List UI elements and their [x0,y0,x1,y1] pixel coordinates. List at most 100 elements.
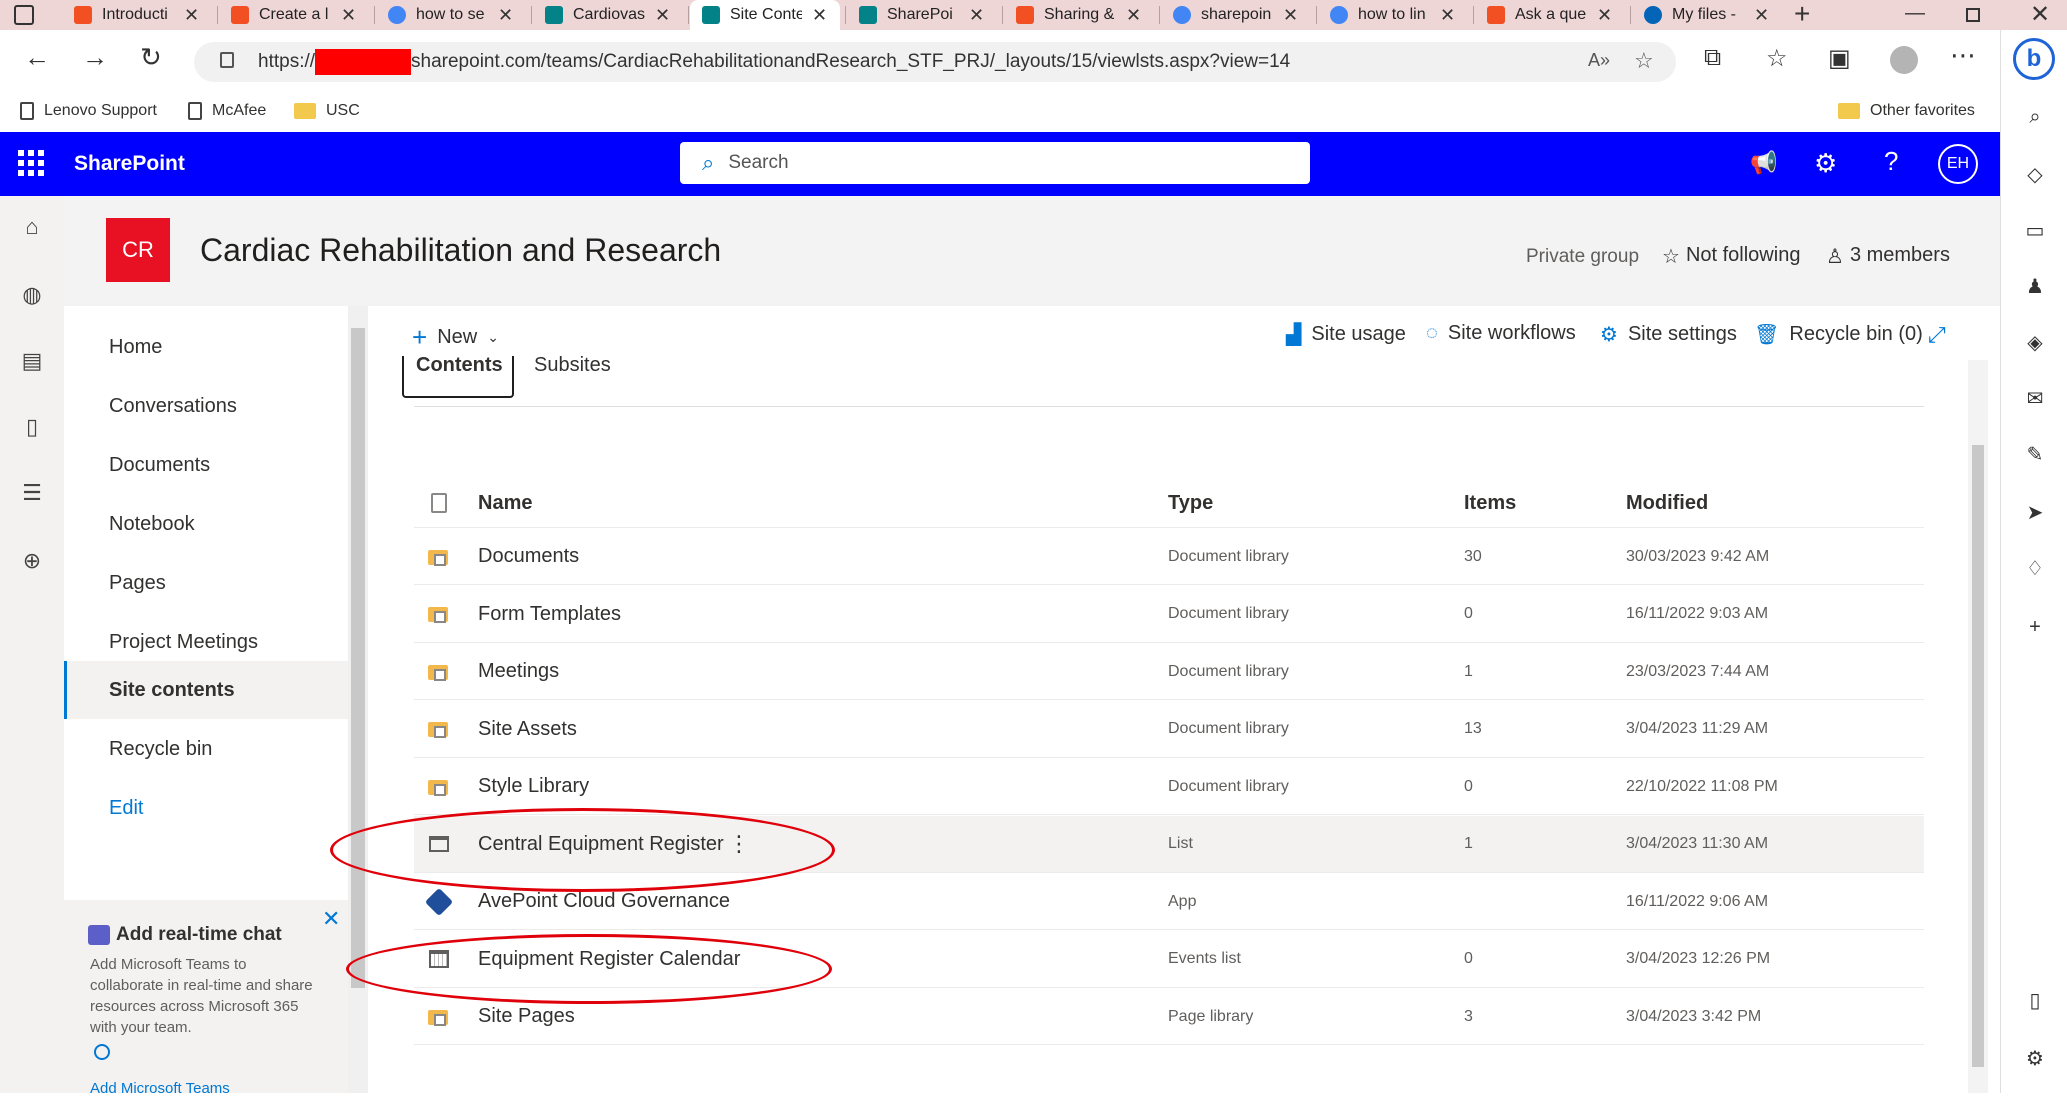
close-tab-icon[interactable]: ✕ [341,5,356,26]
row-name[interactable]: Meetings [478,643,559,700]
close-tab-icon[interactable]: ✕ [969,5,984,26]
list-row[interactable]: Site Assets Document library 13 3/04/2023 1… [414,701,1924,758]
browser-tab[interactable]: Create a l ✕ [219,0,369,30]
favorite-mcafee[interactable]: McAfee [188,102,266,120]
favorite-usc[interactable]: USC [294,102,360,120]
close-tab-icon[interactable]: ✕ [184,5,199,26]
settings-icon[interactable]: ⚙ [1814,148,1837,179]
sidebar-toggle-icon[interactable]: ▯ [2023,988,2047,1012]
list-row[interactable]: Site Pages Page library 3 3/04/2023 3:42 PM [414,988,1924,1045]
row-name[interactable]: Central Equipment Register [478,816,724,873]
close-tab-icon[interactable]: ✕ [1126,5,1141,26]
list-row[interactable]: AvePoint Cloud Governance App 16/11/2022 9… [414,873,1924,930]
main-scrollbar-thumb[interactable] [1972,445,1984,1067]
more-menu-icon[interactable]: ⋯ [1950,40,1976,71]
follow-button[interactable]: ☆ Not following [1662,244,1800,269]
lists-icon[interactable]: ☰ [18,480,46,508]
close-tab-icon[interactable]: ✕ [812,5,827,26]
browser-tab[interactable]: Introducti ✕ [62,0,212,30]
close-tab-icon[interactable]: ✕ [1440,5,1455,26]
new-tab-button[interactable]: + [1794,0,1810,28]
forward-button[interactable]: → [82,42,108,73]
new-button[interactable]: + New ⌄ [412,322,499,353]
close-window-button[interactable]: ✕ [2030,0,2050,29]
designer-icon[interactable]: ✎ [2023,442,2047,466]
list-row[interactable]: Meetings Document library 1 23/03/2023 7:44… [414,643,1924,700]
back-button[interactable]: ← [24,42,50,73]
site-settings-button[interactable]: ⚙ Site settings [1600,322,1737,347]
browser-tab[interactable]: Sharing & ✕ [1004,0,1154,30]
send-icon[interactable]: ➤ [2023,500,2047,524]
row-name[interactable]: Site Pages [478,988,575,1045]
row-name[interactable]: AvePoint Cloud Governance [478,873,730,930]
close-tab-icon[interactable]: ✕ [1754,5,1769,26]
browser-tab[interactable]: Cardiovas ✕ [533,0,683,30]
nav-documents[interactable]: Documents [64,436,348,494]
info-icon[interactable] [94,1044,110,1060]
nav-scrollbar-thumb[interactable] [351,328,365,988]
favorite-star-icon[interactable]: ☆ [1634,48,1654,74]
recycle-bin-button[interactable]: 🗑 Recycle bin (0) [1754,322,1923,347]
games-icon[interactable]: ♟ [2023,274,2047,298]
list-row[interactable]: Style Library Document library 0 22/10/2022… [414,758,1924,815]
site-usage-button[interactable]: ▟ Site usage [1286,322,1406,347]
favorite-lenovo-support[interactable]: Lenovo Support [20,102,157,120]
tab-actions-icon[interactable] [14,5,34,25]
favorites-icon[interactable]: ☆ [1766,44,1788,73]
nav-edit[interactable]: Edit [64,779,348,837]
header-items[interactable]: Items [1464,478,1516,528]
extensions-icon[interactable]: ⧉ [1704,44,1721,72]
other-favorites[interactable]: Other favorites [1838,102,1975,120]
close-icon[interactable]: ✕ [322,906,340,932]
row-name[interactable]: Equipment Register Calendar [478,931,740,988]
help-icon[interactable]: ? [1884,146,1898,177]
nav-site-contents[interactable]: Site contents [64,661,348,719]
nav-recycle-bin[interactable]: Recycle bin [64,720,348,778]
office-icon[interactable]: ◈ [2023,330,2047,354]
add-teams-link[interactable]: Add Microsoft Teams [90,1080,230,1097]
nav-home[interactable]: Home [64,318,348,376]
files-icon[interactable]: ▯ [18,414,46,442]
add-icon[interactable]: + [2023,616,2047,640]
browser-tab[interactable]: My files - ✕ [1632,0,1782,30]
home-icon[interactable]: ⌂ [18,214,46,242]
settings-icon[interactable]: ⚙ [2023,1046,2047,1070]
list-row[interactable]: Documents Document library 30 30/03/2023 9:… [414,528,1924,585]
megaphone-icon[interactable]: 📢 [1750,150,1777,176]
url-field[interactable]: https:// sharepoint.com/teams/CardiacReh… [194,42,1676,82]
globe-icon[interactable]: ◍ [18,282,46,310]
site-title[interactable]: Cardiac Rehabilitation and Research [200,232,721,269]
close-tab-icon[interactable]: ✕ [498,5,513,26]
browser-tab[interactable]: how to lin ✕ [1318,0,1468,30]
nav-pages[interactable]: Pages [64,554,348,612]
row-name[interactable]: Style Library [478,758,589,815]
close-tab-icon[interactable]: ✕ [1597,5,1612,26]
row-name[interactable]: Documents [478,528,579,585]
header-name[interactable]: Name [478,478,532,528]
row-name[interactable]: Site Assets [478,701,577,758]
file-type-header-icon[interactable] [424,478,454,528]
browser-tab[interactable]: how to se ✕ [376,0,526,30]
search-box[interactable]: ⌕ Search [680,142,1310,184]
site-workflows-button[interactable]: ◌ Site workflows [1426,322,1576,345]
tab-contents[interactable]: Contents [402,354,514,398]
tag-icon[interactable]: ◇ [2023,162,2047,186]
browser-tab[interactable]: SharePoi ✕ [847,0,997,30]
outlook-icon[interactable]: ✉ [2023,386,2047,410]
list-row[interactable]: Equipment Register Calendar Events list 0 3… [414,931,1924,988]
user-avatar[interactable]: EH [1938,144,1978,184]
browser-tab[interactable]: sharepoin ✕ [1161,0,1311,30]
more-actions-icon[interactable]: ⋮ [728,816,750,873]
bell-icon[interactable]: ♢ [2023,556,2047,580]
site-logo[interactable]: CR [106,218,170,282]
profile-avatar[interactable] [1890,46,1918,74]
members-button[interactable]: ♙ 3 members [1826,244,1950,269]
minimize-button[interactable]: — [1905,2,1925,25]
list-row[interactable]: Central Equipment Register ⋮ List 1 3/04/202… [414,815,1924,873]
tab-subsites[interactable]: Subsites [534,354,611,377]
browser-tab[interactable]: Site Conte ✕ [690,0,840,30]
create-icon[interactable]: ⊕ [18,548,46,576]
close-tab-icon[interactable]: ✕ [655,5,670,26]
app-launcher-icon[interactable] [18,150,44,176]
nav-conversations[interactable]: Conversations [64,377,348,435]
